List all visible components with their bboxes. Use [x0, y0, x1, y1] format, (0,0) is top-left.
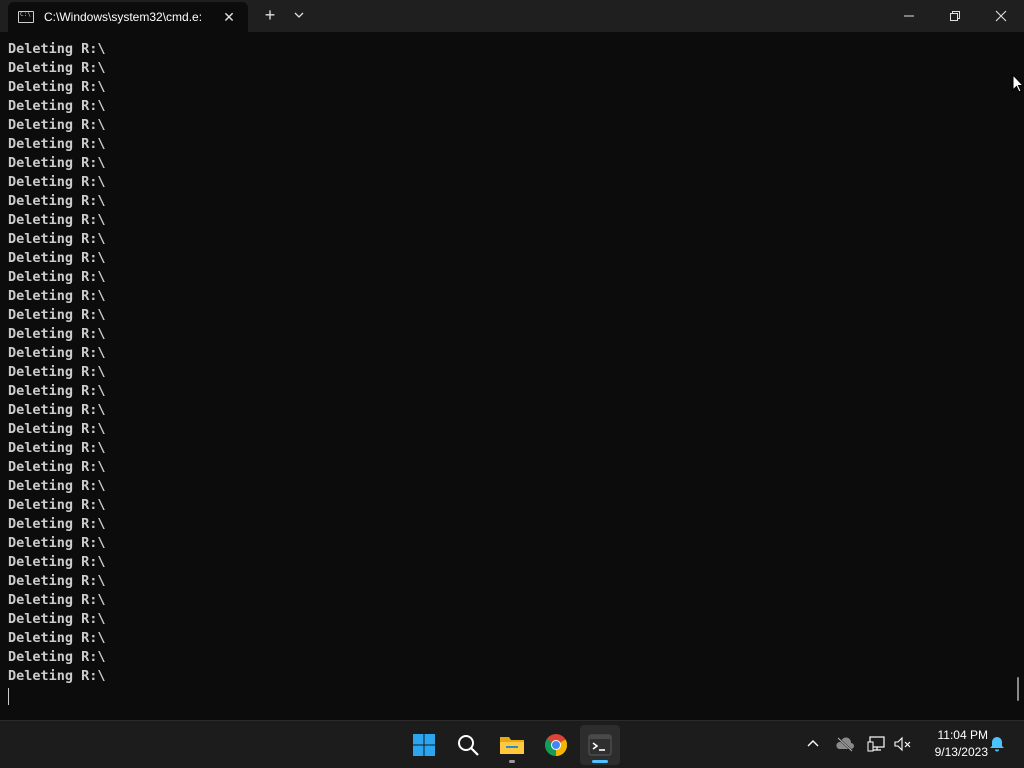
terminal-line: Deleting R:\ — [8, 554, 106, 570]
terminal-line: Deleting R:\ — [8, 155, 106, 171]
clock-time: 11:04 PM — [937, 728, 988, 742]
terminal-line: Deleting R:\ — [8, 573, 106, 589]
taskbar: 11:04 PM 9/13/2023 — [0, 720, 1024, 768]
terminal-line: Deleting R:\ — [8, 516, 106, 532]
terminal-line: Deleting R:\ — [8, 478, 106, 494]
terminal-line: Deleting R:\ — [8, 136, 106, 152]
terminal-line: Deleting R:\ — [8, 402, 106, 418]
terminal-line: Deleting R:\ — [8, 440, 106, 456]
network-icon — [867, 736, 885, 752]
terminal-line: Deleting R:\ — [8, 79, 106, 95]
terminal-output[interactable]: Deleting R:\ Deleting R:\ Deleting R:\ Dele… — [0, 40, 1024, 720]
terminal-line: Deleting R:\ — [8, 630, 106, 646]
title-bar: C:\Windows\system32\cmd.e: ✕ + — [0, 0, 1024, 32]
close-button[interactable] — [978, 0, 1024, 32]
close-icon — [995, 10, 1007, 22]
volume-button[interactable] — [892, 733, 914, 755]
terminal-line: Deleting R:\ — [8, 364, 106, 380]
tab-dropdown-button[interactable] — [290, 6, 308, 24]
chevron-up-icon — [807, 740, 819, 747]
text-cursor — [8, 688, 9, 705]
tab-title: C:\Windows\system32\cmd.e: — [44, 10, 203, 24]
clock-date: 9/13/2023 — [934, 745, 988, 759]
cmd-icon — [18, 11, 34, 23]
terminal-line: Deleting R:\ — [8, 60, 106, 76]
search-button[interactable] — [448, 725, 488, 765]
onedrive-button[interactable] — [834, 733, 856, 755]
file-explorer-button[interactable] — [492, 725, 532, 765]
terminal-line: Deleting R:\ — [8, 117, 106, 133]
volume-muted-icon — [894, 736, 911, 752]
minimize-button[interactable] — [886, 0, 932, 32]
chevron-down-icon — [294, 12, 304, 18]
terminal-lines: Deleting R:\ Deleting R:\ Deleting R:\ Dele… — [8, 40, 106, 686]
terminal-line: Deleting R:\ — [8, 668, 106, 684]
chrome-icon — [545, 734, 567, 756]
notifications-button[interactable] — [986, 733, 1008, 755]
scrollbar-thumb[interactable] — [1017, 677, 1019, 701]
running-indicator — [509, 760, 515, 763]
active-indicator — [592, 760, 608, 763]
start-button[interactable] — [404, 725, 444, 765]
terminal-line: Deleting R:\ — [8, 41, 106, 57]
terminal-line: Deleting R:\ — [8, 307, 106, 323]
clock[interactable]: 11:04 PM 9/13/2023 — [918, 727, 988, 761]
restore-icon — [950, 11, 960, 21]
terminal-line: Deleting R:\ — [8, 497, 106, 513]
terminal-line: Deleting R:\ — [8, 383, 106, 399]
tab-close-button[interactable]: ✕ — [221, 9, 237, 26]
tab-cmd[interactable]: C:\Windows\system32\cmd.e: ✕ — [8, 2, 248, 32]
terminal-line: Deleting R:\ — [8, 459, 106, 475]
notification-bell-icon — [990, 737, 1004, 752]
terminal-icon — [588, 734, 612, 756]
new-tab-button[interactable]: + — [260, 5, 280, 25]
terminal-line: Deleting R:\ — [8, 193, 106, 209]
mouse-pointer-icon — [1012, 74, 1024, 93]
network-button[interactable] — [866, 733, 888, 755]
terminal-line: Deleting R:\ — [8, 212, 106, 228]
show-hidden-icons-button[interactable] — [802, 733, 824, 755]
terminal-line: Deleting R:\ — [8, 535, 106, 551]
terminal-line: Deleting R:\ — [8, 326, 106, 342]
start-icon — [413, 734, 435, 756]
minimize-icon — [904, 15, 914, 17]
terminal-line: Deleting R:\ — [8, 611, 106, 627]
terminal-line: Deleting R:\ — [8, 98, 106, 114]
chrome-button[interactable] — [536, 725, 576, 765]
terminal-line: Deleting R:\ — [8, 250, 106, 266]
terminal-line: Deleting R:\ — [8, 421, 106, 437]
restore-button[interactable] — [932, 0, 978, 32]
terminal-line: Deleting R:\ — [8, 174, 106, 190]
file-explorer-icon — [500, 737, 524, 754]
terminal-line: Deleting R:\ — [8, 345, 106, 361]
terminal-line: Deleting R:\ — [8, 288, 106, 304]
terminal-line: Deleting R:\ — [8, 269, 106, 285]
search-icon — [458, 735, 479, 756]
terminal-line: Deleting R:\ — [8, 231, 106, 247]
terminal-line: Deleting R:\ — [8, 592, 106, 608]
onedrive-offline-icon — [836, 737, 854, 752]
terminal-line: Deleting R:\ — [8, 649, 106, 665]
terminal-button[interactable] — [580, 725, 620, 765]
